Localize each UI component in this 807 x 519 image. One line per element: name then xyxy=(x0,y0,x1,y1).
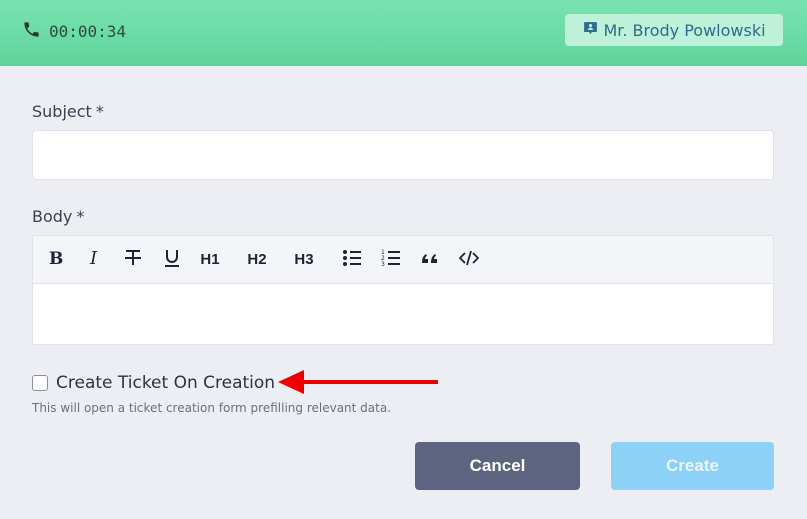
editor-toolbar: B I H1 H2 H3 123 xyxy=(33,236,773,284)
svg-text:I: I xyxy=(89,248,98,268)
strikethrough-button[interactable] xyxy=(119,244,147,276)
contact-card-icon xyxy=(582,20,599,41)
italic-icon: I xyxy=(84,248,104,272)
subject-label-text: Subject xyxy=(32,102,92,121)
required-marker: * xyxy=(76,207,85,226)
svg-text:B: B xyxy=(49,249,63,268)
body-label-text: Body xyxy=(32,207,73,226)
phone-icon xyxy=(22,20,41,43)
heading-1-button[interactable]: H1 xyxy=(197,244,223,276)
contact-name: Mr. Brody Powlowski xyxy=(603,20,766,40)
code-icon xyxy=(458,248,480,272)
create-ticket-option[interactable]: Create Ticket On Creation xyxy=(32,373,275,393)
numbered-list-button[interactable]: 123 xyxy=(377,244,405,276)
quote-icon xyxy=(420,248,440,272)
code-button[interactable] xyxy=(455,244,483,276)
body-label: Body * xyxy=(32,207,84,226)
create-button[interactable]: Create xyxy=(611,442,774,490)
strikethrough-icon xyxy=(123,248,143,272)
cancel-button[interactable]: Cancel xyxy=(415,442,580,490)
red-arrow-icon xyxy=(278,370,438,394)
timer-value: 00:00:34 xyxy=(49,21,127,41)
bold-button[interactable]: B xyxy=(41,244,69,276)
numbered-list-icon: 123 xyxy=(381,248,401,272)
required-marker: * xyxy=(95,102,104,121)
bold-icon: B xyxy=(45,248,65,272)
blockquote-button[interactable] xyxy=(416,244,444,276)
body-editor: B I H1 H2 H3 123 xyxy=(32,235,774,345)
call-timer: 00:00:34 xyxy=(22,20,126,42)
heading-3-button[interactable]: H3 xyxy=(291,244,317,276)
underline-button[interactable] xyxy=(158,244,186,276)
create-ticket-label[interactable]: Create Ticket On Creation xyxy=(56,373,275,393)
bulleted-list-icon xyxy=(342,248,362,272)
body-text-area[interactable] xyxy=(33,284,773,344)
create-ticket-checkbox[interactable] xyxy=(32,375,48,391)
heading-2-button[interactable]: H2 xyxy=(244,244,270,276)
call-header-bar: 00:00:34 Mr. Brody Powlowski xyxy=(0,0,807,66)
subject-label: Subject * xyxy=(32,102,104,121)
bulleted-list-button[interactable] xyxy=(338,244,366,276)
contact-chip[interactable]: Mr. Brody Powlowski xyxy=(565,14,783,46)
subject-input[interactable] xyxy=(32,130,774,180)
italic-button[interactable]: I xyxy=(80,244,108,276)
create-ticket-hint: This will open a ticket creation form pr… xyxy=(32,401,392,415)
svg-text:3: 3 xyxy=(381,261,385,268)
underline-icon xyxy=(162,248,182,272)
